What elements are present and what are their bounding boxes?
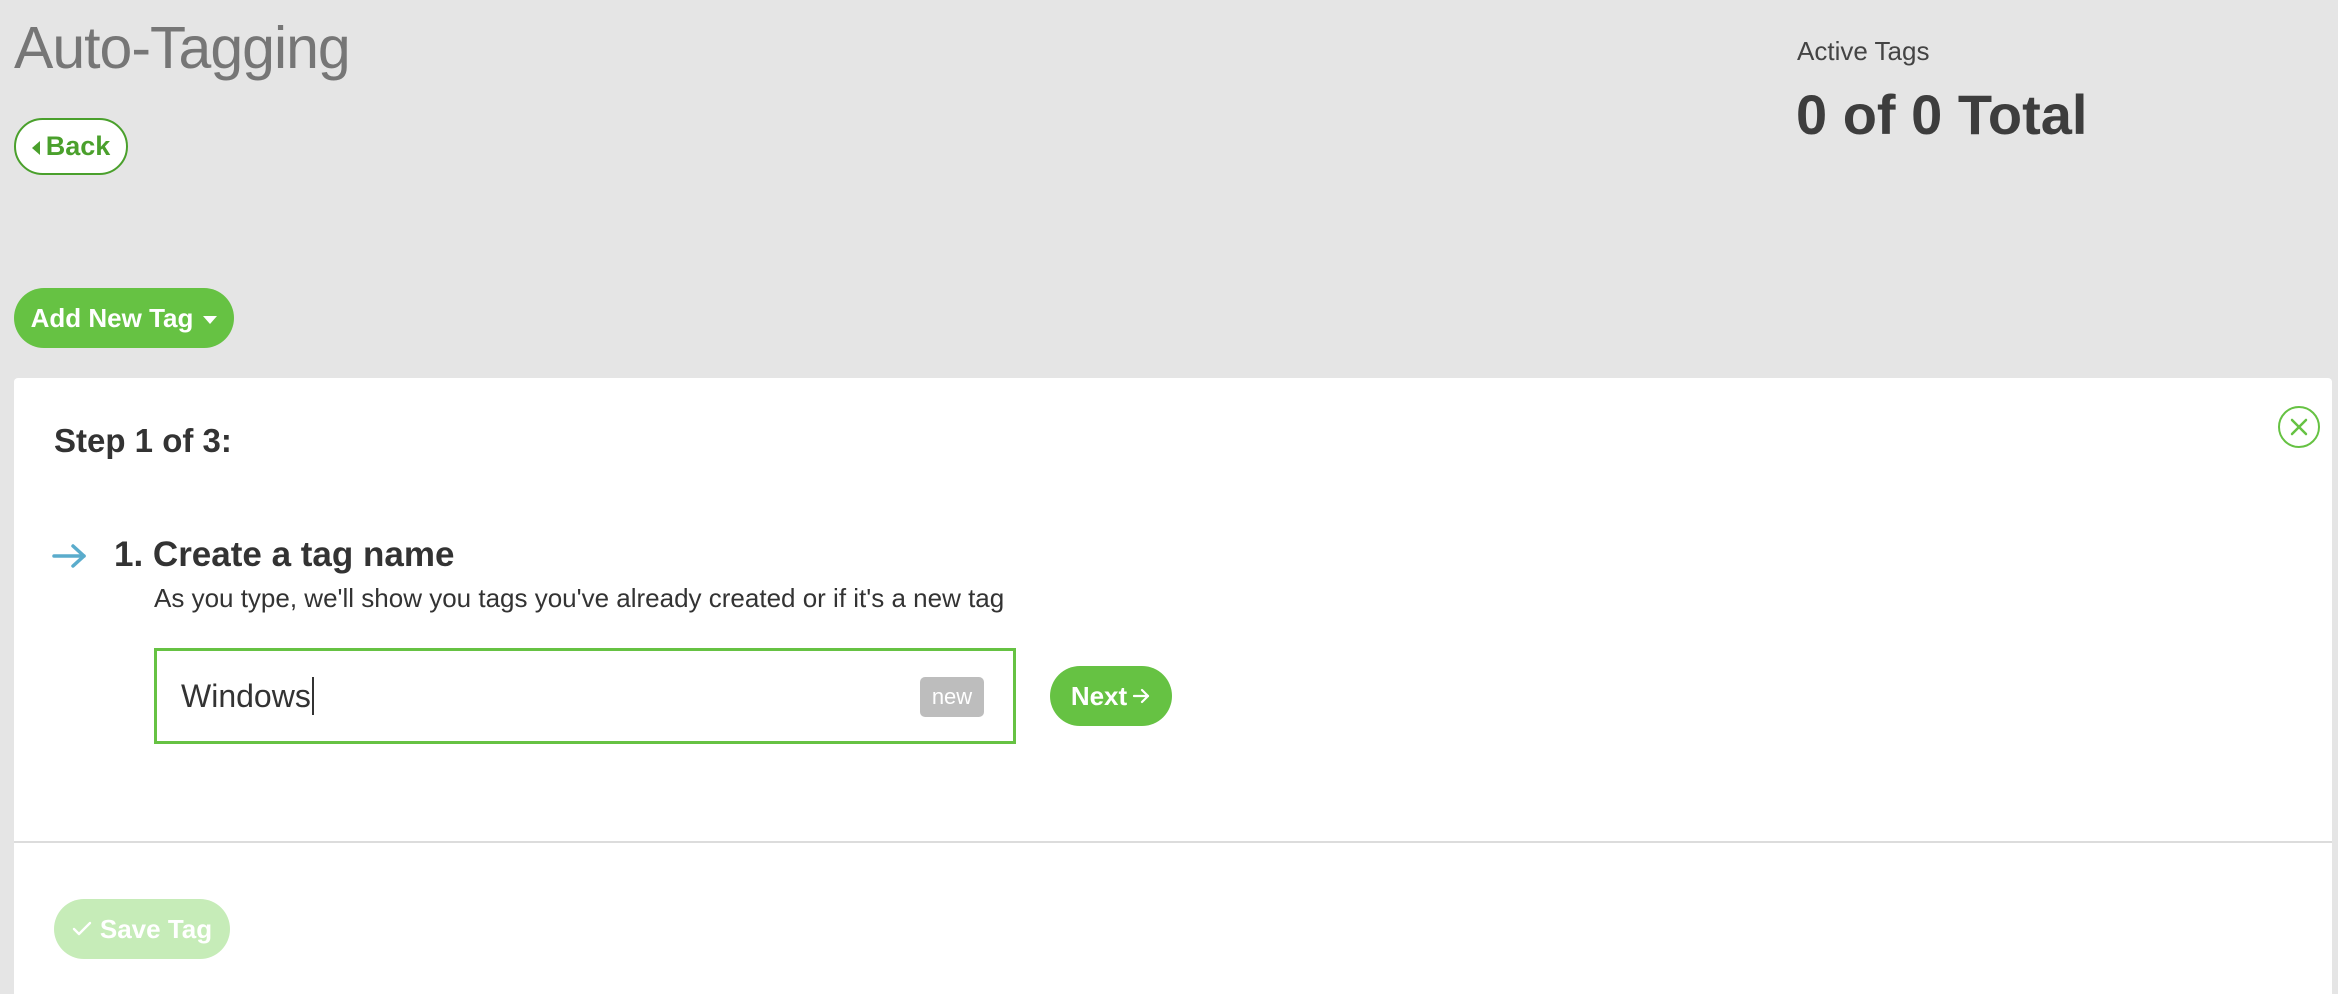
back-button-label: Back <box>45 131 111 161</box>
page-title: Auto-Tagging <box>14 15 351 81</box>
next-button-label: Next <box>1070 680 1128 711</box>
caret-left-icon <box>31 140 40 155</box>
new-tag-badge: new <box>920 677 984 717</box>
step-title: Step 1 of 3: <box>54 422 232 459</box>
tag-name-input-value: Windows <box>181 677 311 714</box>
create-tag-name-heading: 1. Create a tag name <box>114 535 455 574</box>
active-tags-label: Active Tags <box>1797 36 1930 66</box>
text-cursor <box>311 677 314 715</box>
add-new-tag-button[interactable]: Add New Tag <box>14 288 234 348</box>
arrow-right-icon <box>1133 688 1150 704</box>
save-tag-button[interactable]: Save Tag <box>54 899 230 959</box>
active-tags-total: 0 of 0 Total <box>1796 83 2088 146</box>
tag-wizard-panel: Step 1 of 3: 1. Create a tag name As you… <box>14 378 2332 994</box>
check-icon <box>72 921 92 936</box>
panel-divider <box>14 841 2332 843</box>
back-button[interactable]: Back <box>14 118 128 175</box>
add-new-tag-label: Add New Tag <box>30 302 194 333</box>
create-tag-name-hint: As you type, we'll show you tags you've … <box>154 583 1005 613</box>
arrow-right-icon <box>52 544 86 568</box>
tag-name-input[interactable]: Windows new <box>154 648 1016 744</box>
close-icon <box>2290 418 2308 436</box>
next-button[interactable]: Next <box>1050 666 1172 726</box>
caret-down-icon <box>203 316 218 324</box>
save-tag-label: Save Tag <box>99 913 213 944</box>
close-button[interactable] <box>2278 406 2320 448</box>
